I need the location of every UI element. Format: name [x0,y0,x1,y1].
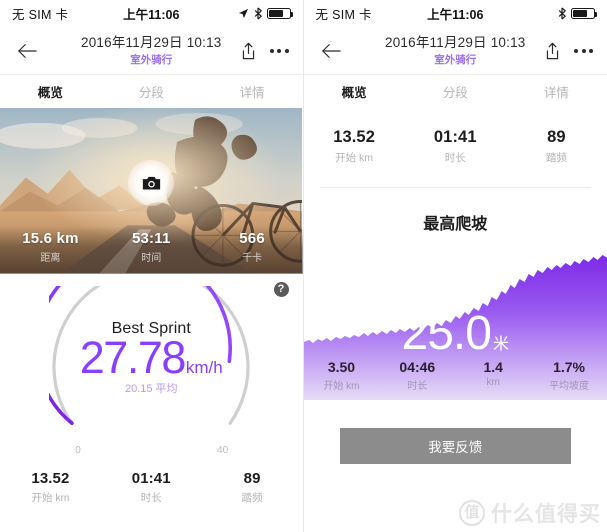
hero-stat-label: 千卡 [242,253,263,264]
hero-stat-value: 566 [239,230,265,247]
climb-value: 25.0 [401,307,492,360]
carrier-label: 无 SIM 卡 [315,8,372,22]
carrier-label: 无 SIM 卡 [12,8,69,22]
stat-label: 踏频 [241,492,263,504]
best-sprint-card: ? Best Sprint 27.78 km/h 20.15 平均 0 40 [0,274,303,464]
nav-actions [545,42,595,60]
tab-details[interactable]: 详情 [202,82,303,101]
tab-laps[interactable]: 分段 [101,82,202,101]
status-icons [558,7,597,20]
feedback-button[interactable]: 我要反馈 [339,428,571,464]
left-status-bar: 无 SIM 卡 上午11:06 [0,0,303,27]
stat-value: 89 [243,470,261,487]
stat-duration: 01:41 时长 [405,128,506,165]
back-arrow-icon [18,43,37,58]
activity-photo[interactable]: 15.6 km 距离 53:11 时间 566 千卡 [0,108,303,274]
hero-stat-calories: 566 千卡 [202,230,303,264]
climb-stat-value: 04:46 [399,359,436,375]
status-icons [238,7,293,20]
gauge-tick-max: 40 [217,445,229,456]
tab-overview[interactable]: 概览 [0,82,101,101]
tab-laps[interactable]: 分段 [405,82,506,101]
watermark-text: 什么值得买 [491,503,601,526]
right-summary-stats: 13.52 开始 km 01:41 时长 89 踏频 [304,108,607,187]
back-button[interactable] [12,43,42,59]
tab-details[interactable]: 详情 [506,82,607,101]
right-status-bar: 无 SIM 卡 上午11:06 [304,0,607,27]
feedback-section: 我要反馈 [304,400,607,464]
left-tab-bar: 概览 分段 详情 [0,74,303,108]
hero-stat-value: 15.6 km [22,230,79,247]
climb-stat-avg-grade: 1.7% 平均坡度 [531,359,607,392]
share-icon[interactable] [241,42,256,60]
battery-icon [571,8,597,19]
climb-stat-duration: 04:46 时长 [379,359,455,392]
left-nav-bar: 2016年11月29日 10:13 室外骑行 [0,27,303,74]
back-button[interactable] [316,43,346,59]
left-phone-screen: 无 SIM 卡 上午11:06 2016年11月29日 10:13 室外骑行 概… [0,0,304,532]
bluetooth-icon [558,7,566,20]
stat-label: 开始 km [335,152,374,164]
location-arrow-icon [238,8,248,19]
stat-cadence: 89 踏频 [506,128,607,165]
climb-stat-label: 平均坡度 [549,381,590,392]
stat-start-km: 13.52 开始 km [0,470,101,505]
climb-value-readout: 25.0 米 [304,306,607,361]
stat-label: 踏频 [545,152,567,164]
gauge-value: 27.78 [79,332,187,383]
climb-section-title: 最高爬坡 [423,216,488,233]
stat-start-km: 13.52 开始 km [304,128,405,165]
hero-stat-value: 53:11 [131,230,171,247]
stat-value: 13.52 [333,128,375,146]
right-phone-screen: 无 SIM 卡 上午11:06 2016年11月29日 10:13 室外骑行 概… [303,0,607,532]
stat-value: 89 [547,128,566,146]
share-icon[interactable] [545,42,560,60]
climb-stat-value: 1.4 [483,359,503,375]
gauge-center-readout: Best Sprint 27.78 km/h 20.15 平均 [49,320,253,396]
best-sprint-gauge: Best Sprint 27.78 km/h 20.15 平均 0 40 [49,286,253,458]
back-arrow-icon [321,43,341,58]
stat-label: 时长 [444,152,466,164]
more-icon[interactable] [574,48,593,53]
right-nav-bar: 2016年11月29日 10:13 室外骑行 [303,27,607,74]
climb-stat-value: 1.7% [553,359,586,375]
stat-duration: 01:41 时长 [101,470,202,505]
hero-stat-distance: 15.6 km 距离 [0,230,101,264]
gauge-tick-min: 0 [75,445,81,456]
stat-value: 01:41 [433,128,477,146]
stat-label: 开始 km [31,492,70,504]
more-icon[interactable] [269,48,289,53]
stat-value: 13.52 [31,470,70,487]
tab-overview[interactable]: 概览 [304,82,405,101]
camera-icon [142,176,160,190]
elevation-profile-chart[interactable]: 25.0 米 3.50 开始 km 04:46 时长 1.4 km 1.7% 平… [303,246,607,400]
left-summary-stats: 13.52 开始 km 01:41 时长 89 踏频 [0,464,303,515]
add-photo-button[interactable] [128,160,175,206]
help-icon[interactable]: ? [273,282,289,297]
stat-cadence: 89 踏频 [202,470,303,505]
dual-screenshot-container: 无 SIM 卡 上午11:06 2016年11月29日 10:13 室外骑行 概… [0,0,607,532]
climb-unit: 米 [492,336,509,353]
watermark-logo-icon: 值 [459,500,485,526]
climb-stat-start-km: 3.50 开始 km [304,359,380,392]
stat-label: 时长 [140,492,162,504]
climb-stat-label: 开始 km [323,381,360,392]
gauge-unit: km/h [185,358,223,377]
climb-stat-distance: 1.4 km [455,359,531,392]
hero-stat-label: 距离 [40,253,61,264]
hero-stat-row: 15.6 km 距离 53:11 时间 566 千卡 [0,226,303,274]
climb-stat-label: km [486,377,500,388]
hero-stat-time: 53:11 时间 [101,230,202,264]
bluetooth-icon [254,7,262,20]
right-tab-bar: 概览 分段 详情 [303,74,607,108]
gauge-value-row: 27.78 km/h [49,332,253,383]
nav-actions [241,42,291,60]
climb-stat-value: 3.50 [327,359,356,375]
battery-icon [266,8,293,19]
climb-stat-row: 3.50 开始 km 04:46 时长 1.4 km 1.7% 平均坡度 [304,359,607,392]
site-watermark: 值 什么值得买 [459,498,601,528]
hero-stat-label: 时间 [141,253,162,264]
climb-stat-label: 时长 [407,381,428,392]
stat-value: 01:41 [131,470,171,487]
